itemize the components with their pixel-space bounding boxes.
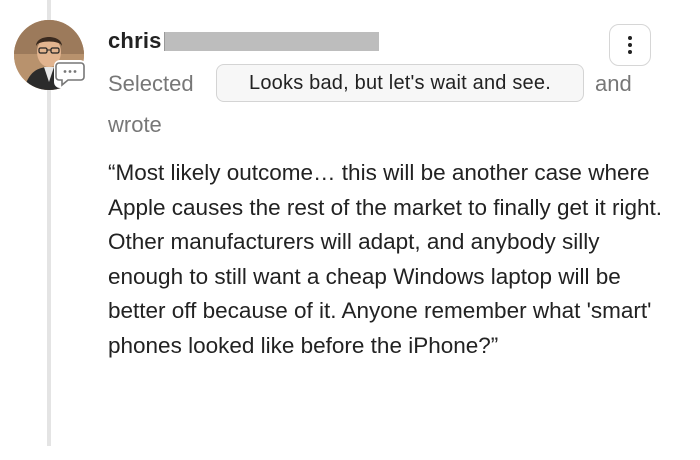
wrote-label: wrote [108, 112, 162, 137]
and-label: and [595, 71, 632, 96]
selection-line: Selected Looks bad, but let's wait and s… [108, 64, 653, 104]
selection-pill[interactable]: Looks bad, but let's wait and see. [216, 64, 584, 102]
username[interactable]: chris [108, 26, 162, 56]
selected-label: Selected [108, 71, 194, 96]
redacted-name-block [163, 31, 379, 51]
author-row: chris [108, 26, 379, 56]
more-vertical-icon [628, 36, 632, 54]
more-options-button[interactable] [609, 24, 651, 66]
quote-text: “Most likely outcome… this will be anoth… [108, 160, 663, 358]
comment-bubble-icon [54, 60, 86, 88]
